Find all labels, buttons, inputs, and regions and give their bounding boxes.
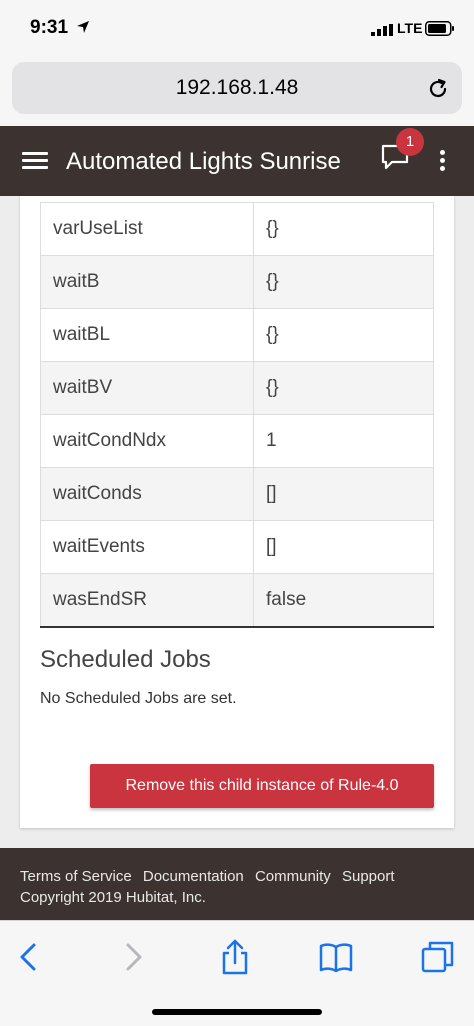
bookmarks-icon[interactable] <box>318 939 354 975</box>
copyright-text: Copyright 2019 Hubitat, Inc. <box>20 889 206 906</box>
network-type: LTE <box>397 20 423 36</box>
variable-name: waitEvents <box>40 520 254 574</box>
page-title: Automated Lights Sunrise <box>66 148 341 175</box>
variable-name: waitBV <box>40 361 254 415</box>
footer-link-documentation[interactable]: Documentation <box>143 868 244 885</box>
variable-value: {} <box>253 255 434 309</box>
variable-name: waitCondNdx <box>40 414 254 468</box>
battery-icon <box>425 21 454 36</box>
table-row: waitBL {} <box>40 308 434 362</box>
status-time: 9:31 <box>30 17 69 38</box>
table-row: waitEvents [] <box>40 520 434 574</box>
browser-toolbar <box>0 920 474 1026</box>
notification-badge: 1 <box>396 128 424 156</box>
table-row: waitB {} <box>40 255 434 309</box>
table-row: varUseList {} <box>40 202 434 256</box>
content-card: varUseList {} waitB {} waitBL {} waitBV … <box>20 196 454 828</box>
footer-link-community[interactable]: Community <box>255 868 331 885</box>
reload-icon[interactable] <box>426 77 450 101</box>
variable-value: [] <box>253 520 434 574</box>
table-row: waitBV {} <box>40 361 434 415</box>
address-bar[interactable]: 192.168.1.48 <box>12 62 462 114</box>
footer-link-support[interactable]: Support <box>342 868 395 885</box>
home-indicator <box>152 1009 322 1015</box>
table-row: waitCondNdx 1 <box>40 414 434 468</box>
status-bar: 9:31 LTE <box>0 0 474 58</box>
variable-value: {} <box>253 308 434 362</box>
variable-value: [] <box>253 467 434 521</box>
location-arrow-icon <box>77 21 89 33</box>
signal-bars-icon <box>371 24 393 36</box>
back-icon[interactable] <box>12 939 48 975</box>
table-row: wasEndSR false <box>40 573 434 628</box>
page-footer: Terms of Service Documentation Community… <box>0 848 474 920</box>
variable-name: waitB <box>40 255 254 309</box>
table-row: waitConds [] <box>40 467 434 521</box>
variable-value: {} <box>253 361 434 415</box>
variables-table: varUseList {} waitB {} waitBL {} waitBV … <box>40 202 434 628</box>
remove-child-instance-button[interactable]: Remove this child instance of Rule-4.0 <box>90 764 434 808</box>
variable-name: waitConds <box>40 467 254 521</box>
variable-value: {} <box>253 202 434 256</box>
variable-value: 1 <box>253 414 434 468</box>
footer-links: Terms of Service Documentation Community… <box>20 868 402 885</box>
browser-address-area: 192.168.1.48 <box>0 58 474 126</box>
variable-value: false <box>253 573 434 628</box>
variable-name: varUseList <box>40 202 254 256</box>
footer-link-terms[interactable]: Terms of Service <box>20 868 132 885</box>
forward-icon[interactable] <box>114 939 150 975</box>
scheduled-jobs-message: No Scheduled Jobs are set. <box>40 690 237 707</box>
scheduled-jobs-heading: Scheduled Jobs <box>40 646 211 673</box>
tabs-icon[interactable] <box>420 939 456 975</box>
variable-name: wasEndSR <box>40 573 254 628</box>
url-text: 192.168.1.48 <box>175 76 299 99</box>
variable-name: waitBL <box>40 308 254 362</box>
share-icon[interactable] <box>217 939 253 975</box>
more-options-icon[interactable] <box>436 150 448 174</box>
hamburger-menu-icon[interactable] <box>22 152 48 170</box>
